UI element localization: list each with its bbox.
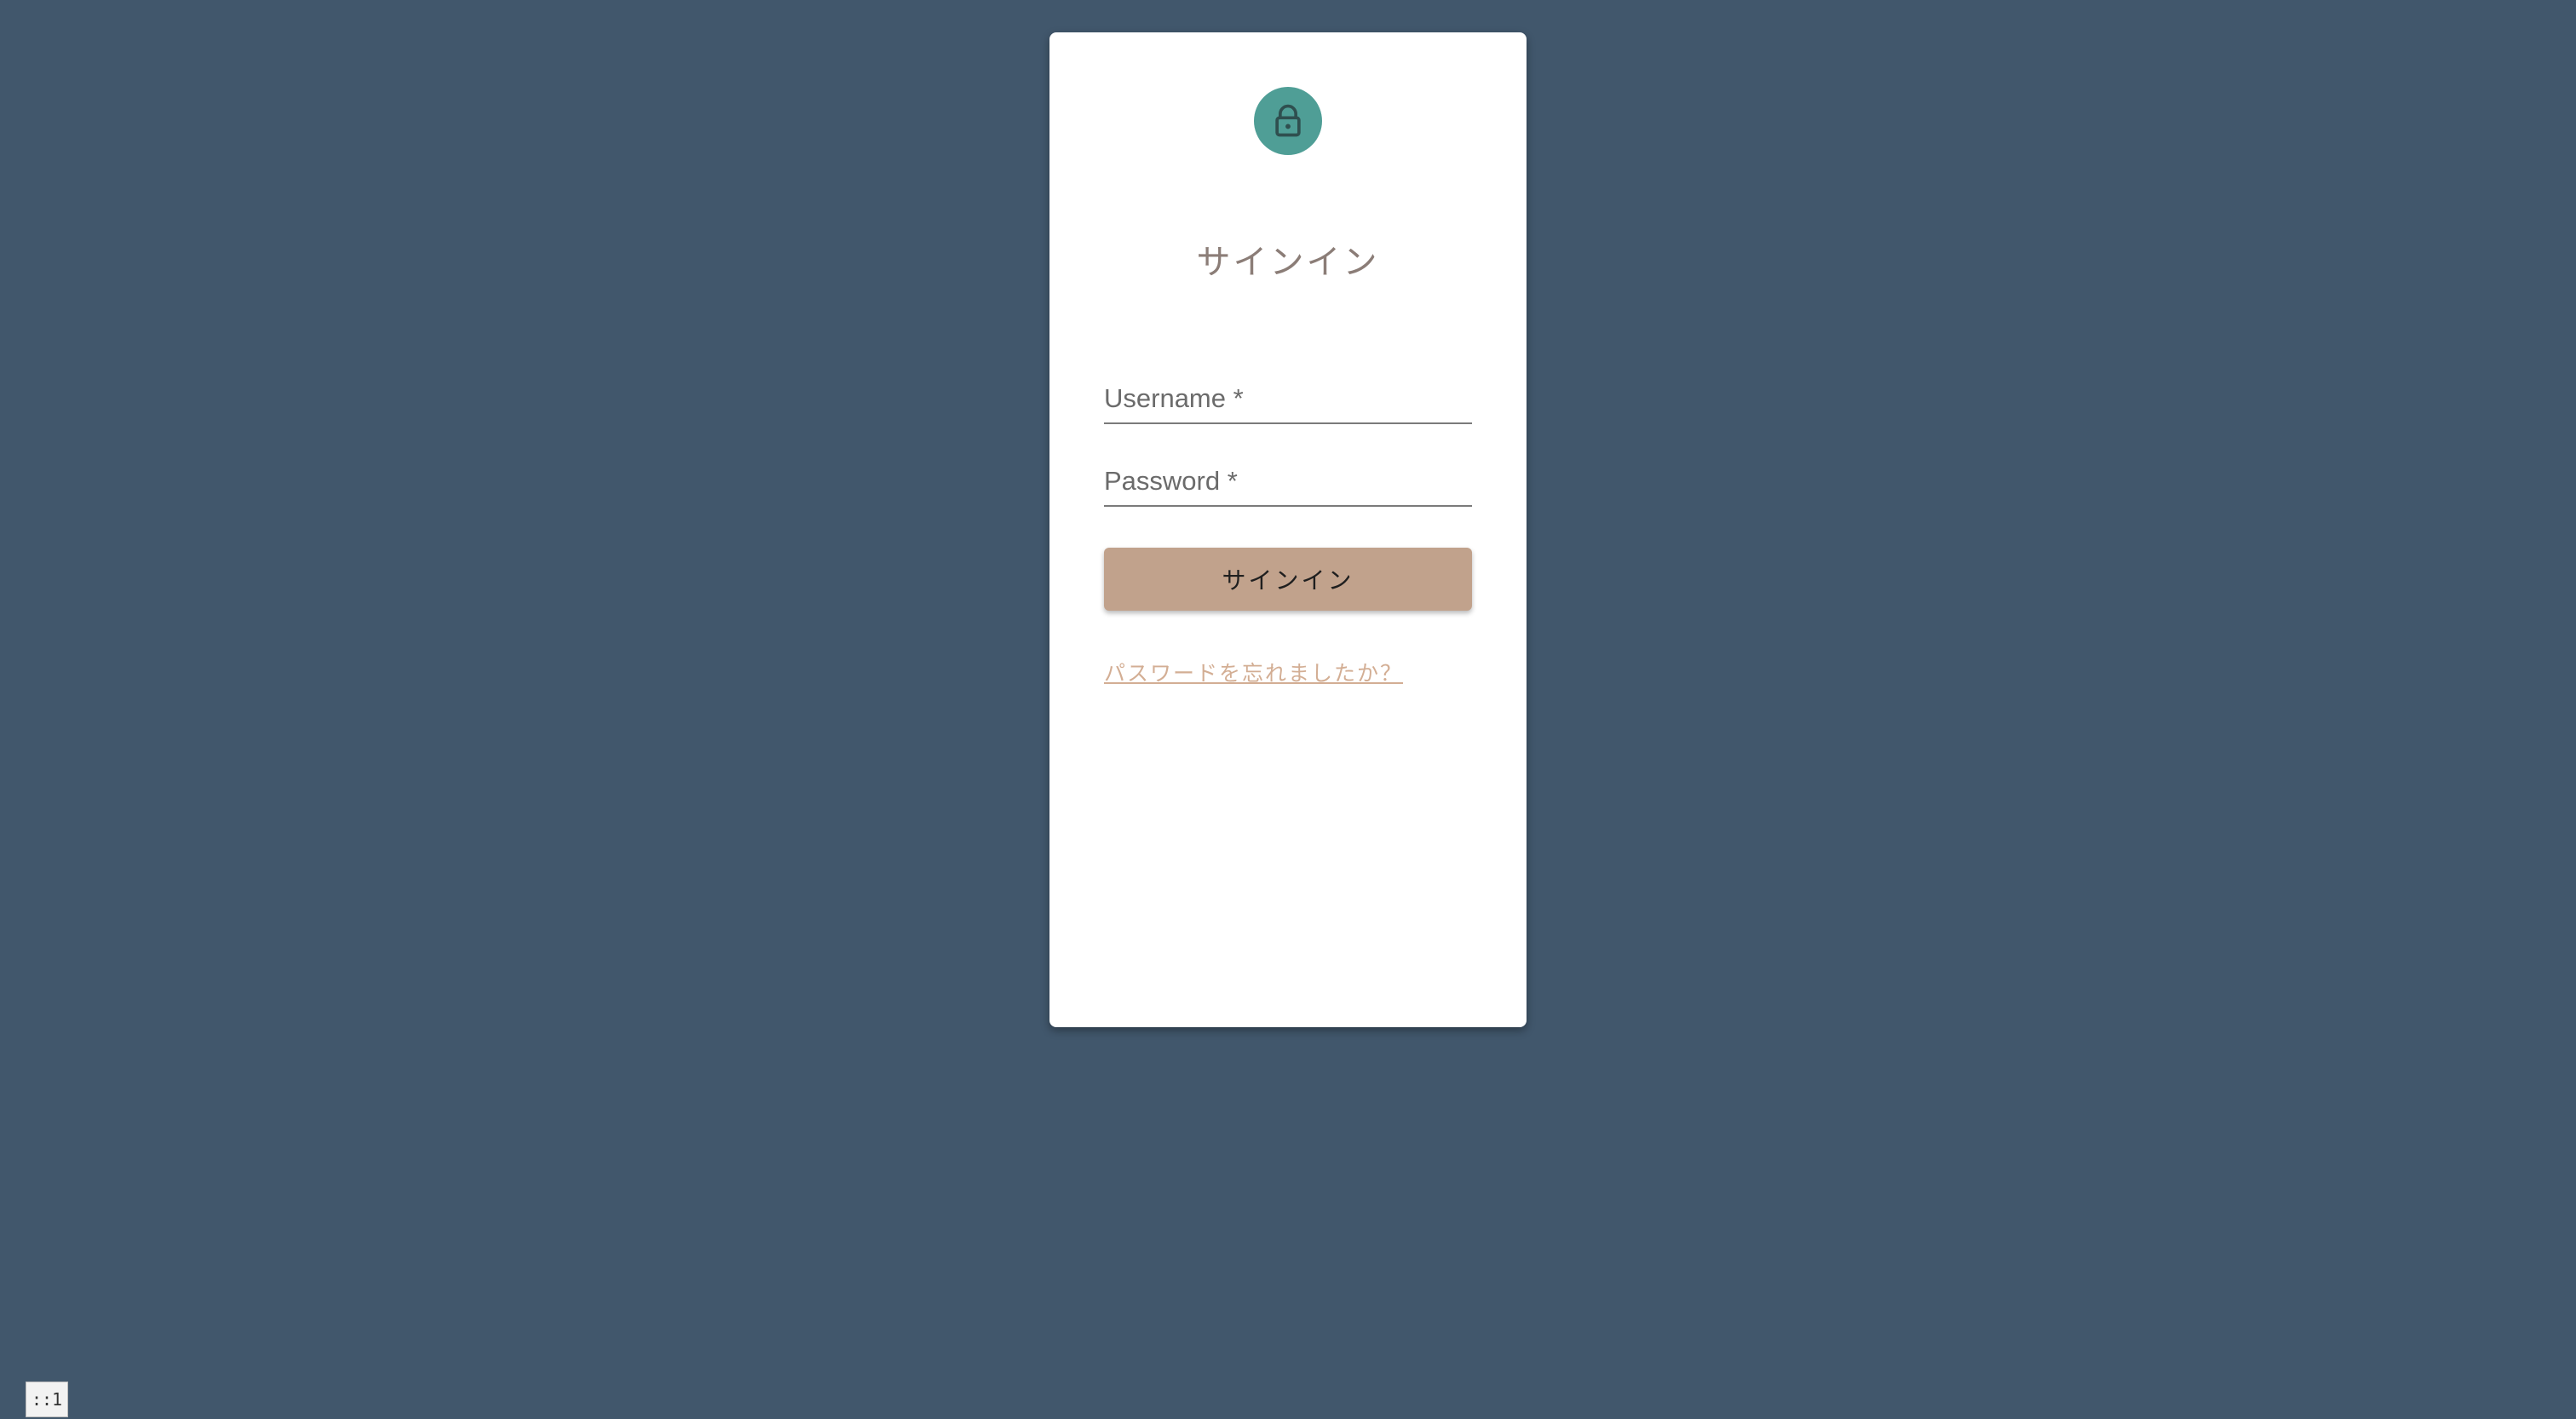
username-field[interactable]: Username *: [1104, 363, 1472, 424]
lock-icon: [1275, 104, 1301, 137]
password-field[interactable]: Password *: [1104, 445, 1472, 507]
login-page: サインイン Username * Password * サインイン パスワードを…: [0, 0, 2576, 1419]
forgot-password-link[interactable]: パスワードを忘れましたか？: [1104, 657, 1403, 687]
username-input[interactable]: [1104, 363, 1472, 422]
avatar: [1254, 87, 1322, 155]
corner-badge[interactable]: ::1: [26, 1382, 68, 1417]
page-title: サインイン: [1196, 243, 1380, 282]
password-input[interactable]: [1104, 445, 1472, 505]
login-card: サインイン Username * Password * サインイン パスワードを…: [1049, 32, 1527, 1027]
sign-in-button[interactable]: サインイン: [1104, 548, 1472, 611]
